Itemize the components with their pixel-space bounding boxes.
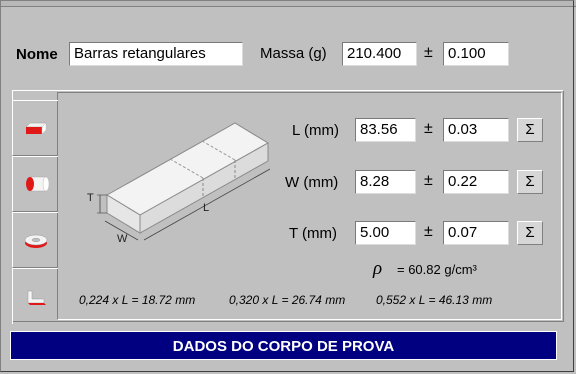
dim-l-input[interactable]: 83.56 <box>355 118 416 142</box>
massa-pm-sign: ± <box>424 44 433 61</box>
dim-w-input[interactable]: 8.28 <box>355 170 416 194</box>
dim-t-pm-sign: ± <box>424 223 433 240</box>
diagram-t-label: T <box>87 192 94 204</box>
section-title-banner: DADOS DO CORPO DE PROVA <box>10 331 557 360</box>
nome-label: Nome <box>16 46 58 63</box>
formula-2: 0,320 x L = 26.74 mm <box>229 293 346 307</box>
tab-bar-shape[interactable] <box>12 100 58 156</box>
dim-w-pm-sign: ± <box>424 172 433 189</box>
dim-l-pm-sign: ± <box>424 120 433 137</box>
diagram-w-label: W <box>117 233 128 245</box>
angle-shape-icon <box>27 290 46 305</box>
cylinder-shape-icon <box>25 176 49 192</box>
massa-uncertainty-input[interactable]: 0.100 <box>443 42 509 66</box>
density-symbol: ρ <box>373 258 383 279</box>
diagram-l-label: L <box>203 202 209 214</box>
ring-shape-icon <box>24 234 47 248</box>
specimen-diagram: T W L <box>87 122 271 245</box>
dim-l-uncertainty-input[interactable]: 0.03 <box>443 118 509 142</box>
dim-w-label: W (mm) <box>285 174 339 191</box>
tab-cylinder-shape[interactable] <box>12 156 58 212</box>
tab-angle-shape[interactable] <box>12 268 58 324</box>
dim-w-uncertainty-input[interactable]: 0.22 <box>443 170 509 194</box>
sigma-w-button[interactable]: Σ <box>517 170 543 194</box>
dim-t-input[interactable]: 5.00 <box>355 221 416 245</box>
dim-t-label: T (mm) <box>289 225 338 242</box>
density-value: = 60.82 g/cm³ <box>397 262 477 277</box>
bar-shape-icon <box>24 122 47 135</box>
nome-input[interactable]: Barras retangulares <box>69 42 243 66</box>
massa-label: Massa (g) <box>260 45 327 62</box>
sigma-l-button[interactable]: Σ <box>517 118 543 142</box>
sigma-t-button[interactable]: Σ <box>517 221 543 245</box>
tab-ring-shape[interactable] <box>12 212 58 268</box>
formula-3: 0,552 x L = 46.13 mm <box>376 293 493 307</box>
massa-input[interactable]: 210.400 <box>342 42 417 66</box>
dim-l-label: L (mm) <box>292 122 339 139</box>
dim-t-uncertainty-input[interactable]: 0.07 <box>443 221 509 245</box>
formula-1: 0,224 x L = 18.72 mm <box>79 293 196 307</box>
